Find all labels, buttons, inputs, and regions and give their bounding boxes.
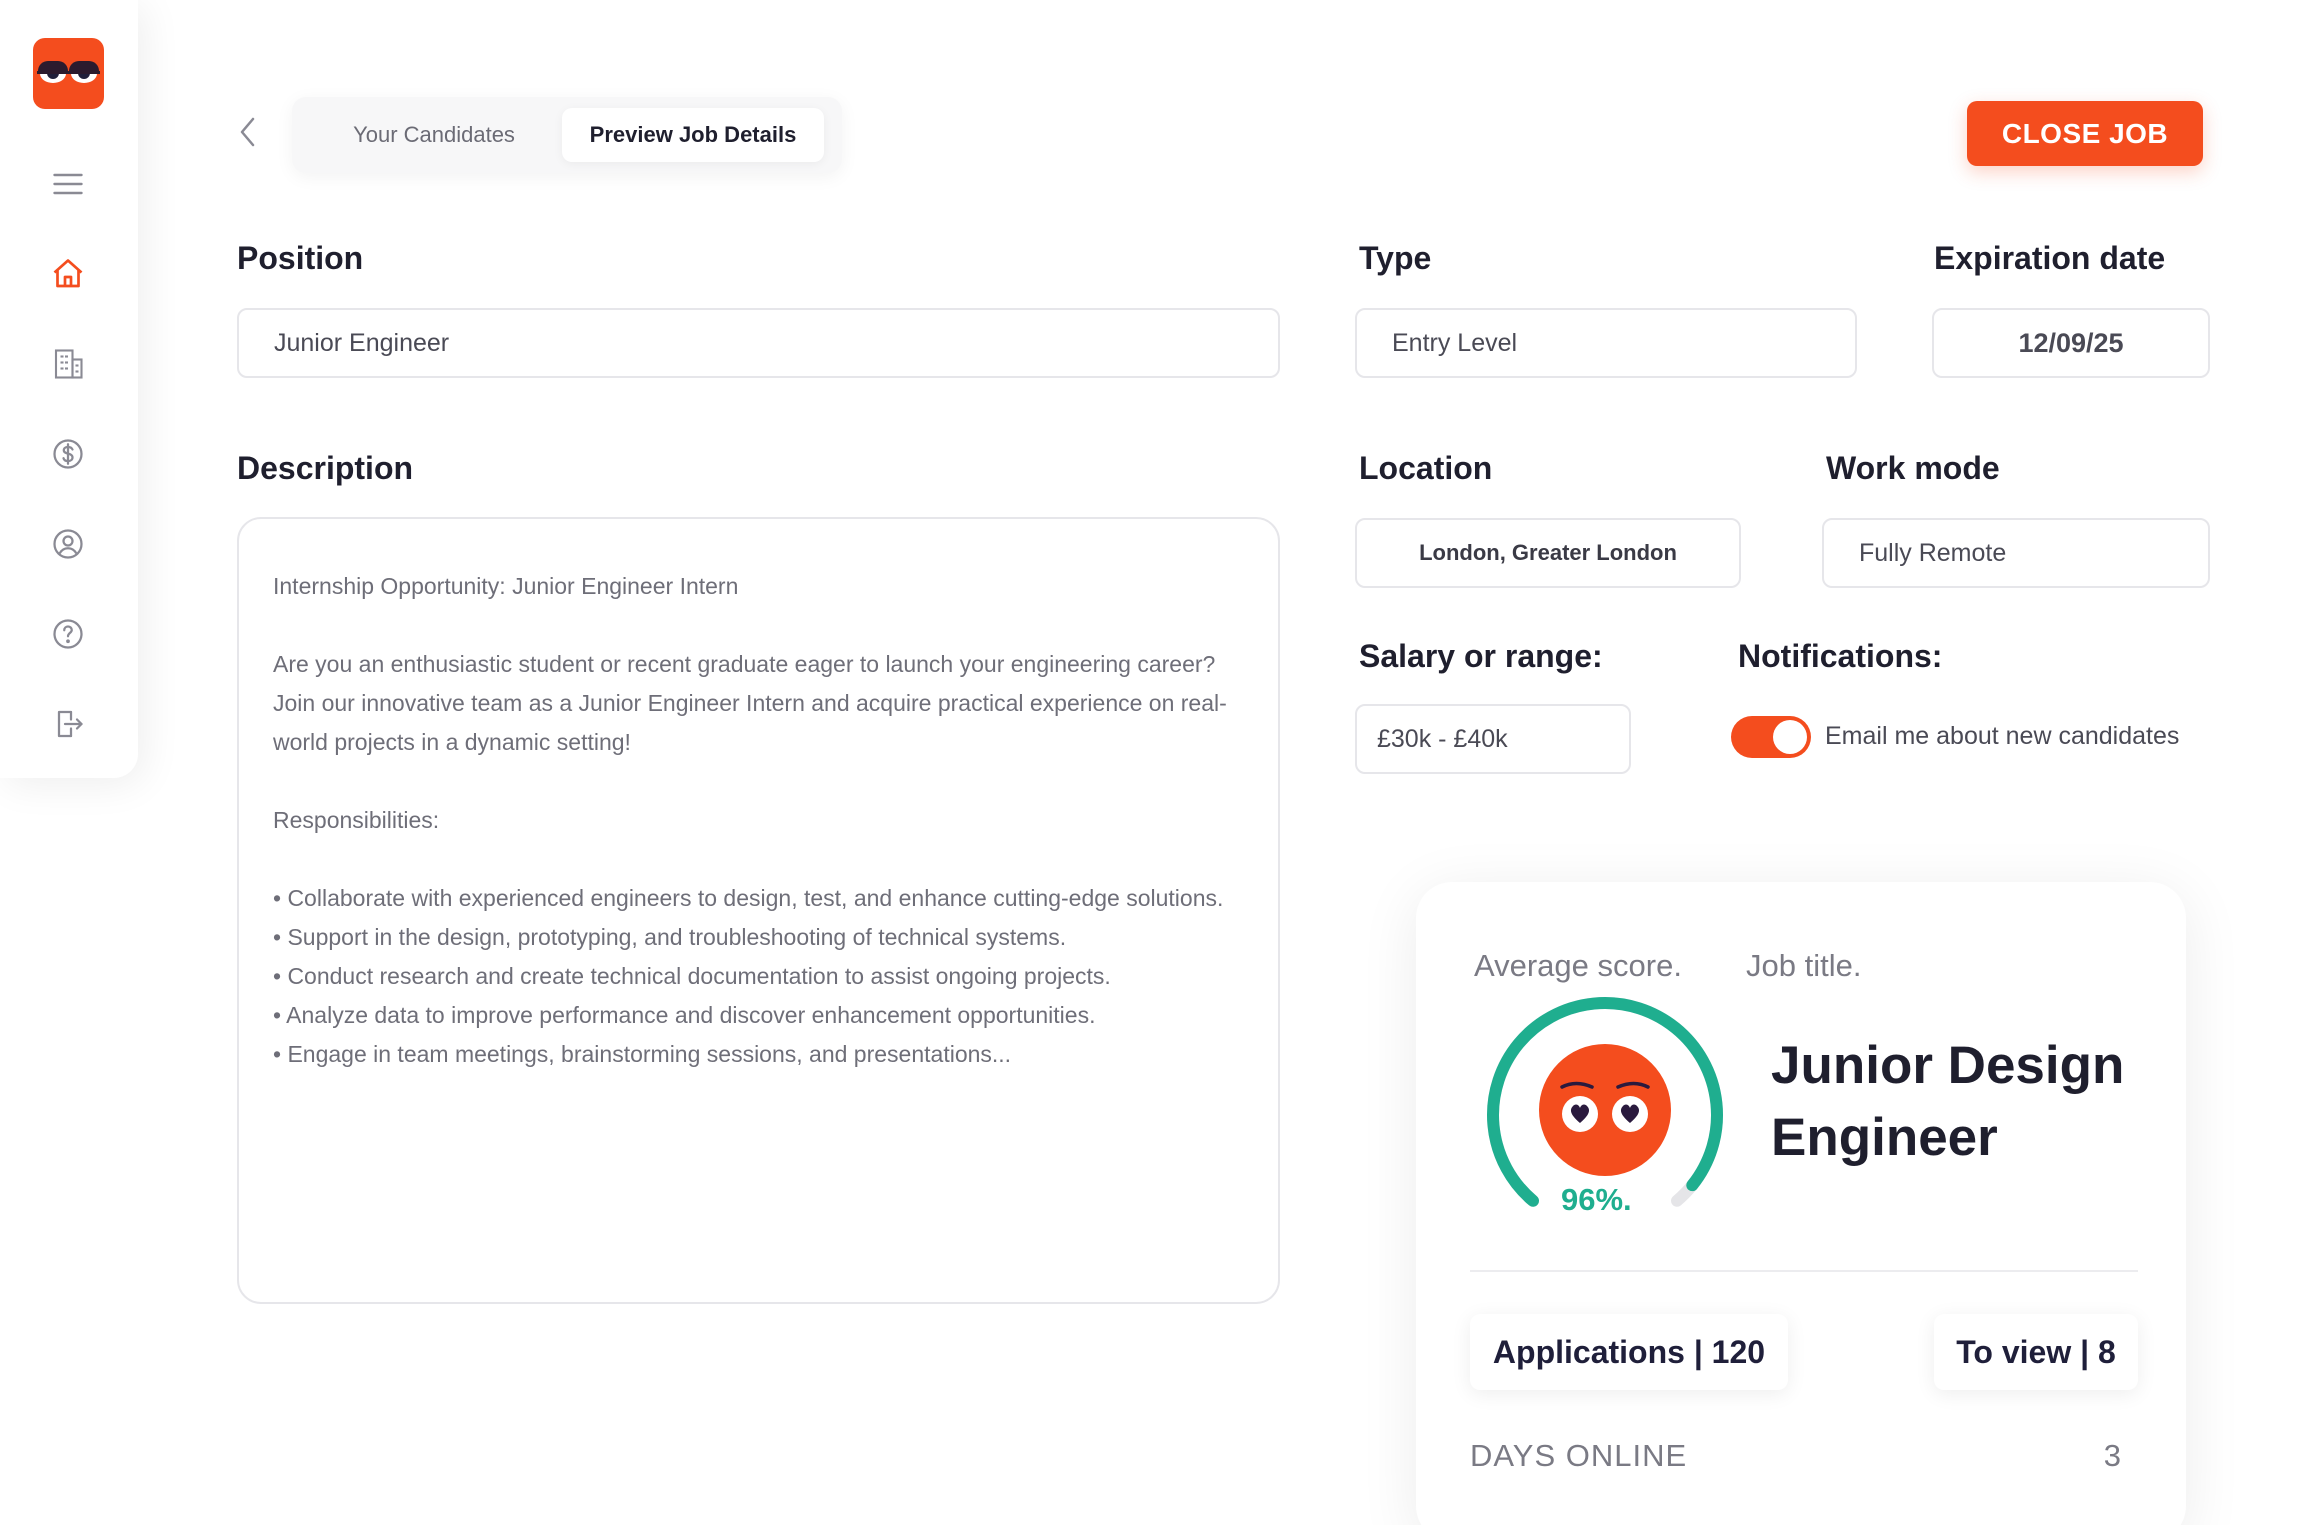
logout-icon[interactable] — [44, 700, 92, 748]
notifications-toggle-label: Email me about new candidates — [1825, 722, 2180, 750]
salary-label: Salary or range: — [1359, 638, 1603, 674]
list-item: • Conduct research and create technical … — [273, 963, 1111, 989]
days-online-label: DAYS ONLINE — [1470, 1438, 1688, 1473]
to-view-count-badge[interactable]: To view | 8 — [1934, 1314, 2138, 1390]
list-item: • Engage in team meetings, brainstorming… — [273, 1041, 1012, 1067]
position-field[interactable]: Junior Engineer — [237, 308, 1280, 378]
card-divider — [1470, 1270, 2138, 1272]
chevron-left-icon — [240, 117, 255, 147]
menu-icon[interactable] — [44, 160, 92, 208]
job-title-line-1: Junior Design — [1771, 1036, 2125, 1095]
home-icon[interactable] — [44, 250, 92, 298]
email-notifications-toggle[interactable] — [1731, 716, 1811, 758]
tab-bar: Your Candidates Preview Job Details — [292, 97, 842, 173]
job-title-line-2: Engineer — [1771, 1108, 1998, 1167]
job-title-value: Junior Design Engineer — [1771, 1030, 2124, 1174]
description-title: Internship Opportunity: Junior Engineer … — [273, 573, 739, 599]
position-label: Position — [237, 240, 364, 276]
back-button[interactable] — [232, 112, 264, 152]
job-title-heading: Job title. — [1746, 948, 1862, 983]
sidebar — [0, 0, 138, 778]
job-score-card: Average score. Job title. 96%. Junior De… — [1416, 882, 2186, 1525]
face-icon — [1539, 1044, 1671, 1176]
days-online-value: 3 — [2103, 1438, 2121, 1473]
description-textarea[interactable]: Internship Opportunity: Junior Engineer … — [237, 517, 1280, 1304]
type-field[interactable]: Entry Level — [1355, 308, 1857, 378]
notifications-label: Notifications: — [1738, 638, 1943, 674]
work-mode-field[interactable]: Fully Remote — [1822, 518, 2210, 588]
average-score-heading: Average score. — [1474, 948, 1682, 983]
owl-eyes-logo[interactable] — [33, 38, 104, 109]
applications-count-badge[interactable]: Applications | 120 — [1470, 1314, 1788, 1390]
help-icon[interactable] — [44, 610, 92, 658]
location-field[interactable]: London, Greater London — [1355, 518, 1741, 588]
average-score-value: 96%. — [1561, 1182, 1632, 1217]
building-icon[interactable] — [44, 340, 92, 388]
close-job-button[interactable]: CLOSE JOB — [1967, 101, 2203, 166]
expiration-date-field[interactable]: 12/09/25 — [1932, 308, 2210, 378]
tab-preview-job-details[interactable]: Preview Job Details — [562, 108, 824, 162]
responsibilities-heading: Responsibilities: — [273, 807, 440, 833]
list-item: • Collaborate with experienced engineers… — [273, 885, 1224, 911]
toggle-knob — [1773, 720, 1807, 754]
work-mode-label: Work mode — [1826, 450, 2000, 486]
list-item: • Analyze data to improve performance an… — [273, 1002, 1096, 1028]
salary-field[interactable]: £30k - £40k — [1355, 704, 1631, 774]
description-intro: Are you an enthusiastic student or recen… — [273, 651, 1227, 755]
list-item: • Support in the design, prototyping, an… — [273, 924, 1067, 950]
description-label: Description — [237, 450, 414, 486]
dollar-icon[interactable] — [44, 430, 92, 478]
location-label: Location — [1359, 450, 1493, 486]
user-circle-icon[interactable] — [44, 520, 92, 568]
expiration-label: Expiration date — [1934, 240, 2166, 276]
tab-your-candidates[interactable]: Your Candidates — [312, 108, 556, 162]
type-label: Type — [1359, 240, 1432, 276]
